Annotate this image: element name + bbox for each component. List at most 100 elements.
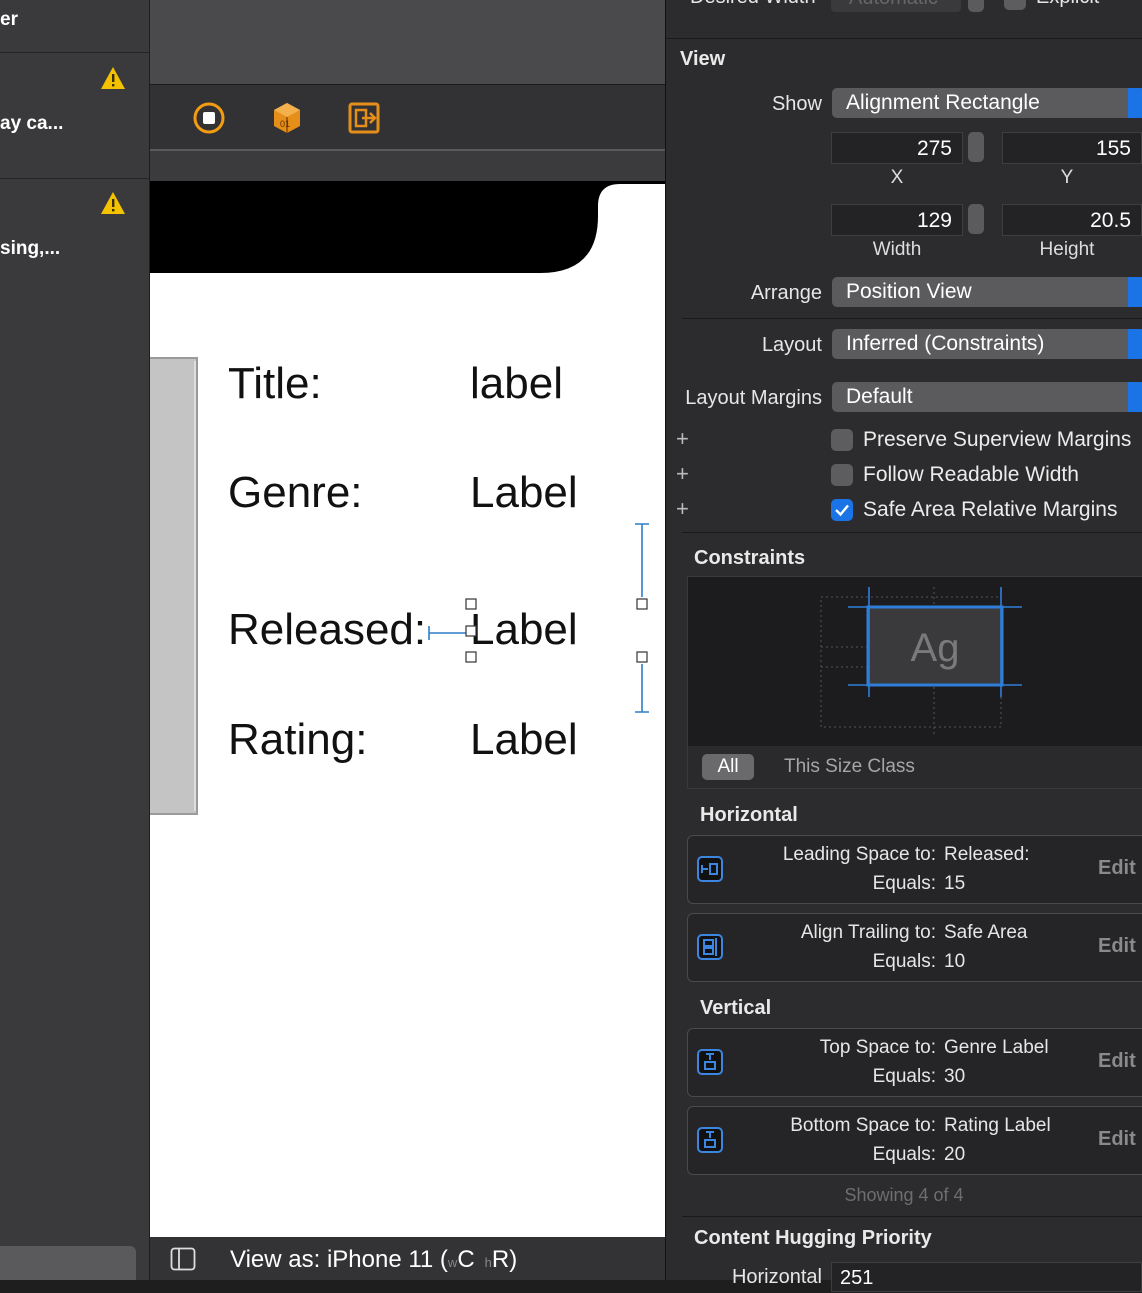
layout-margins-popup[interactable]: Default [832,382,1142,412]
issue-item[interactable]: ay ca... [0,113,63,135]
constraint-line2-value: 20 [944,1144,966,1165]
canvas-header [150,151,665,181]
constraint-preview[interactable]: Ag [687,576,1142,748]
constraint-edit-button[interactable]: Edit [1098,857,1136,880]
divider [0,178,149,179]
follow-readable-width-label: Follow Readable Width [863,463,1079,486]
height-field[interactable]: 20.5 [1002,204,1142,236]
constraint-line2-key: Equals: [872,873,936,894]
desired-width-label: Desired Width [690,0,816,9]
constraint-line1-value: Rating Label [944,1115,1051,1136]
show-popup[interactable]: Alignment Rectangle [832,88,1142,118]
warning-icon [100,191,126,220]
safe-area-relative-margins-checkbox[interactable] [831,499,853,521]
explicit-label: Explicit [1036,0,1099,9]
filter-all-button[interactable]: All [702,754,754,780]
cube-icon[interactable]: 01 [271,101,303,140]
constraint-line2-key: Equals: [872,1144,936,1165]
desired-width-field[interactable]: Automatic [831,0,961,12]
hugging-horizontal-label: Horizontal [731,1266,822,1288]
horizontal-title: Horizontal [700,804,798,826]
issue-navigator: er ay ca... sing,... [0,0,149,1280]
constraint-line1-key: Top Space to: [819,1037,936,1058]
preview-text: Ag [911,626,960,670]
layout-margins-popup-value: Default [846,385,913,408]
add-variation-icon[interactable]: + [676,426,689,452]
view-section-title: View [680,48,726,70]
sidebar-toggle-icon[interactable] [170,1247,196,1276]
preserve-superview-margins-label: Preserve Superview Margins [863,428,1132,451]
constraint-edit-button[interactable]: Edit [1098,1050,1136,1073]
height-caption: Height [1039,239,1095,260]
add-variation-icon[interactable]: + [676,461,689,487]
constraint-line2-key: Equals: [872,1066,936,1087]
vertical-title: Vertical [700,997,772,1019]
layout-label: Layout [761,334,822,356]
constraint-line1-value: Genre Label [944,1037,1049,1058]
arrange-popup[interactable]: Position View [832,277,1142,307]
y-field[interactable]: 155 [1002,132,1142,164]
filter-size-class-button[interactable]: This Size Class [784,756,915,778]
width-stepper[interactable] [968,204,984,234]
constraints-title: Constraints [694,547,806,569]
x-caption: X [890,167,904,188]
layout-margins-label: Layout Margins [685,387,822,409]
constraint-card[interactable]: Top Space to: Genre Label Equals: 30 Edi… [687,1028,1142,1097]
width-field[interactable]: 129 [831,204,963,236]
view-as-close: ) [509,1246,518,1273]
x-stepper[interactable] [968,132,984,162]
constraint-line1-value: Released: [944,844,1030,865]
safe-area-relative-margins-label: Safe Area Relative Margins [863,498,1118,521]
divider [682,318,1142,319]
arrange-popup-value: Position View [846,280,972,303]
constraint-card[interactable]: Bottom Space to: Rating Label Equals: 20… [687,1106,1142,1175]
constraint-edit-button[interactable]: Edit [1098,935,1136,958]
arrange-label: Arrange [750,282,822,304]
issue-navigator-header: er [0,9,18,30]
constraint-diagram: Ag [820,587,1022,737]
size-inspector: Desired Width Automatic Explicit View Sh… [666,0,1142,1292]
warning-icon [100,66,126,95]
follow-readable-width-checkbox[interactable] [831,464,853,486]
desired-width-stepper[interactable] [968,0,984,12]
exit-icon[interactable] [348,102,380,139]
filter-field[interactable] [0,1246,136,1280]
issue-item[interactable]: sing,... [0,238,60,260]
divider [682,532,1142,533]
constraint-edit-button[interactable]: Edit [1098,1128,1136,1151]
chevron-updown-icon [1128,329,1142,359]
layout-popup-value: Inferred (Constraints) [846,332,1045,355]
showing-count: Showing 4 of 4 [844,1185,964,1205]
preserve-superview-margins-checkbox[interactable] [831,429,853,451]
storyboard-canvas[interactable]: Title: label Genre: Label Released: Labe… [150,181,665,1237]
divider [666,38,1142,39]
divider [682,1216,1142,1217]
height-class: R [491,1246,510,1273]
explicit-checkbox[interactable] [1004,0,1026,10]
x-field[interactable]: 275 [831,132,963,164]
content-hugging-title: Content Hugging Priority [694,1227,932,1249]
show-label: Show [771,93,822,115]
constraint-line2-value: 30 [944,1066,966,1087]
y-caption: Y [1060,167,1074,188]
view-as-text: View as: iPhone 11 ( [230,1246,448,1273]
constraint-card[interactable]: Leading Space to: Released: Equals: 15 E… [687,835,1142,904]
stop-icon[interactable] [193,102,225,139]
constraint-filter-bar: All This Size Class [687,746,1142,789]
constraint-card[interactable]: Align Trailing to: Safe Area Equals: 10 … [687,913,1142,982]
layout-popup[interactable]: Inferred (Constraints) [832,329,1142,359]
constraint-line1-key: Bottom Space to: [790,1115,936,1136]
hugging-horizontal-field[interactable]: 251 [831,1262,1142,1292]
selection-overlay [428,523,649,713]
width-class: C [457,1246,475,1273]
canvas-bottom-bar: View as: iPhone 11 (wC hR) [150,1237,665,1280]
chevron-updown-icon [1128,382,1142,412]
add-variation-icon[interactable]: + [676,496,689,522]
constraint-line1-value: Safe Area [944,922,1028,943]
height-class-prefix: h [484,1255,492,1270]
view-as-label[interactable]: View as: iPhone 11 (wC hR) [230,1246,517,1274]
show-popup-value: Alignment Rectangle [846,91,1040,114]
width-class-prefix: w [447,1255,458,1270]
constraint-line2-value: 10 [944,951,966,972]
svg-text:01: 01 [280,119,290,129]
